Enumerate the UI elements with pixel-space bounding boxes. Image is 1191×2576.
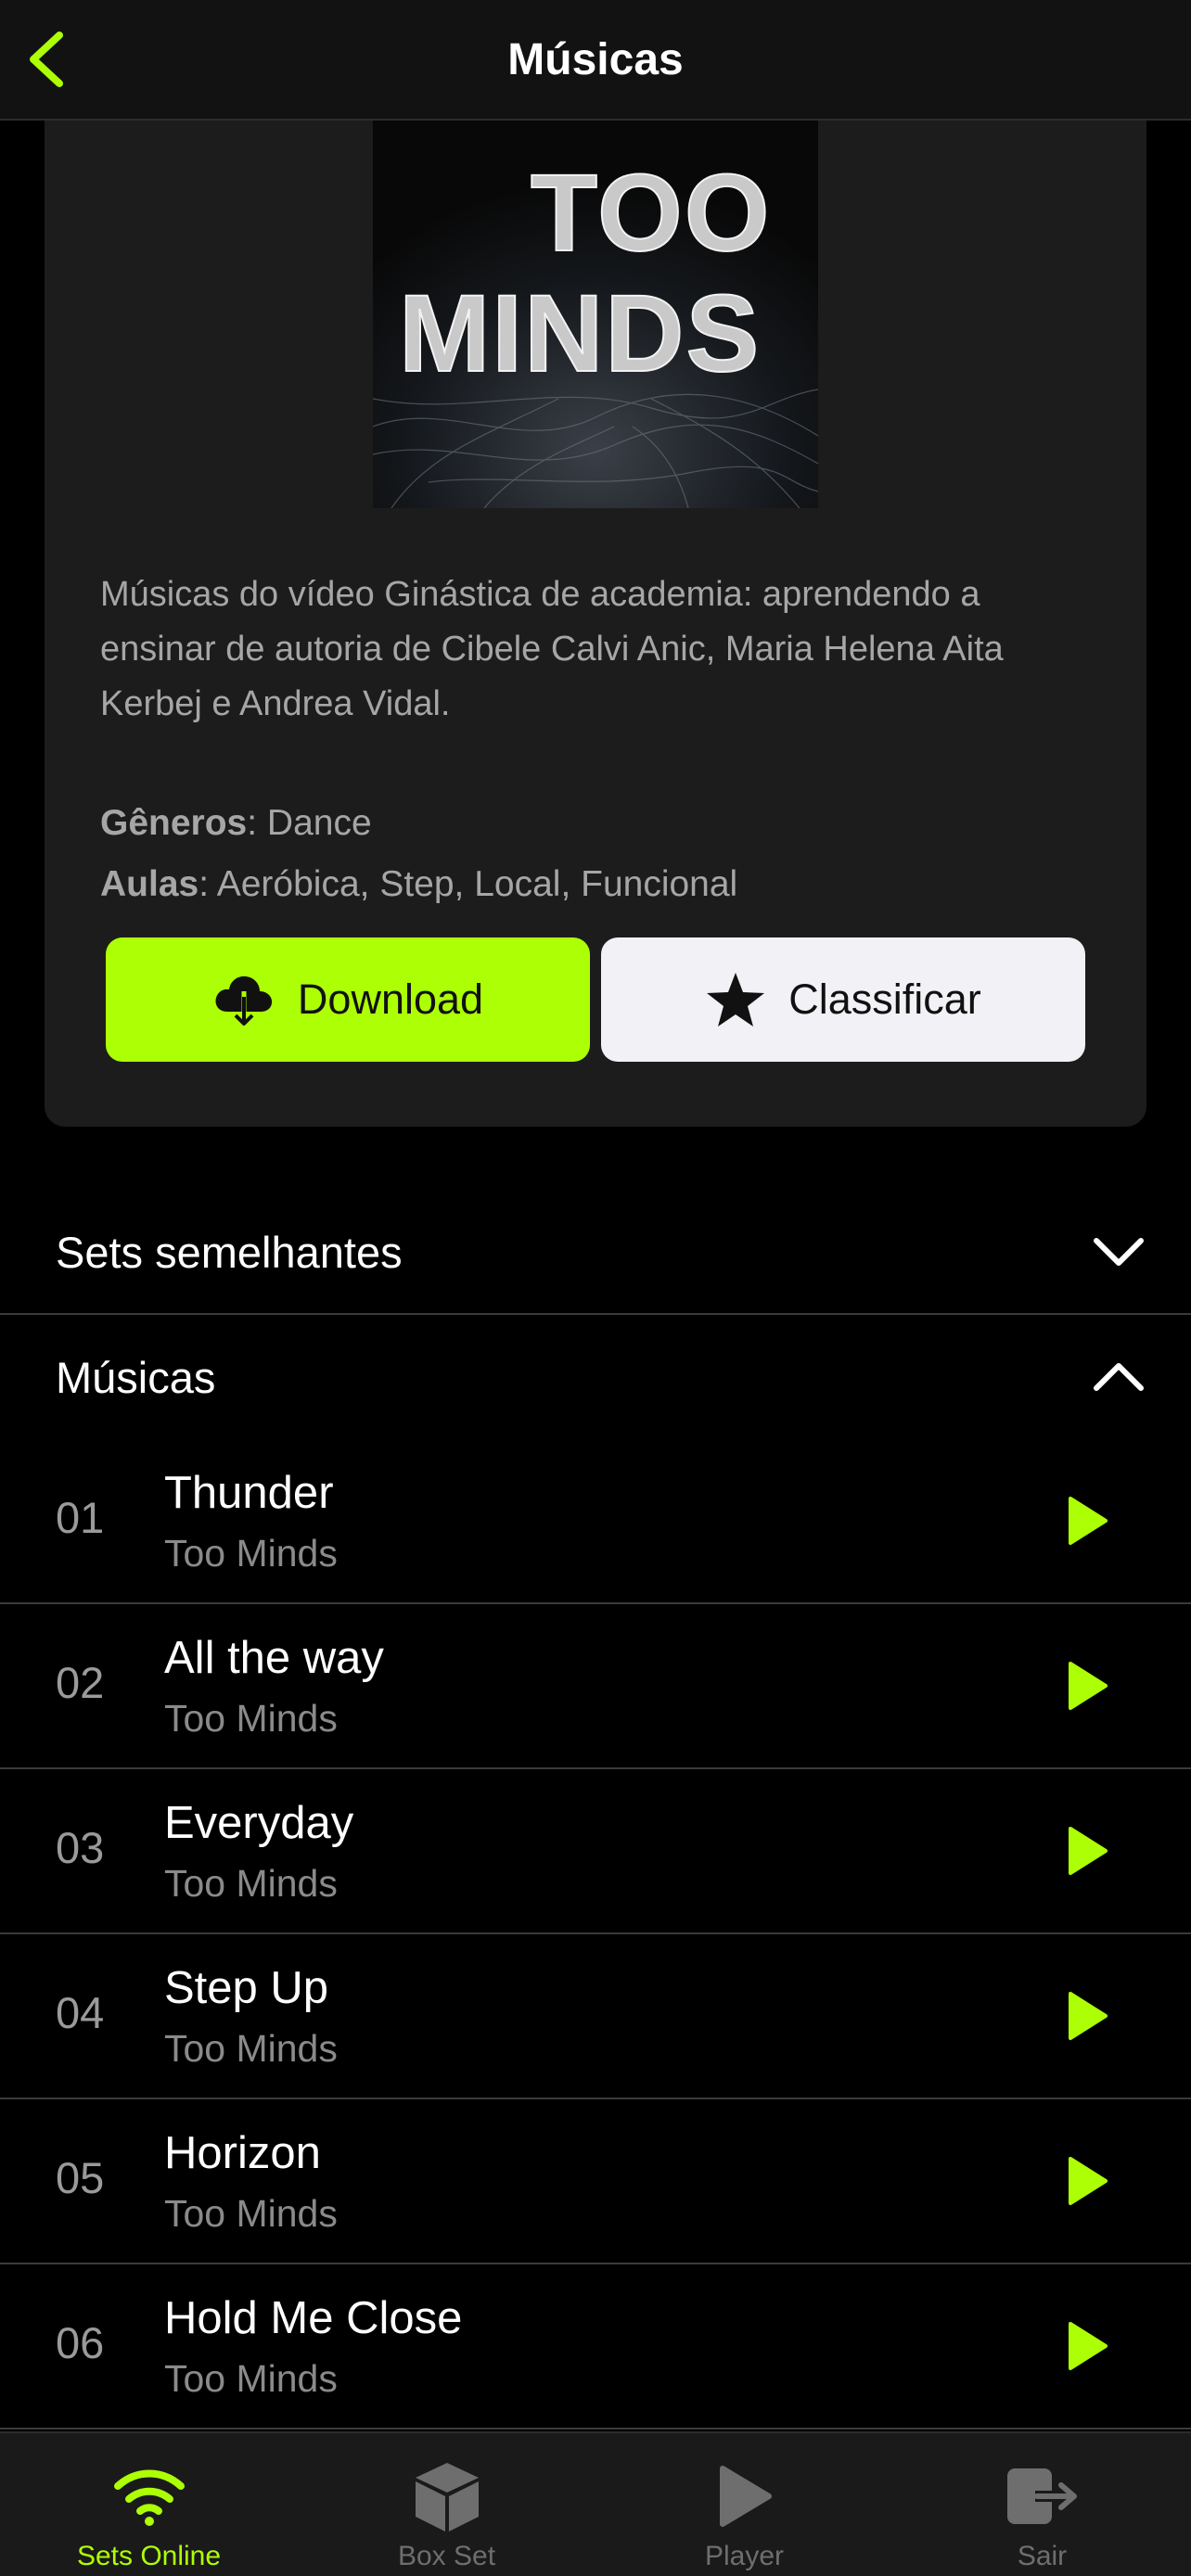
play-track-button[interactable] <box>1057 1821 1117 1881</box>
track-row[interactable]: 03 Everyday Too Minds <box>0 1769 1191 1934</box>
play-icon <box>1069 1827 1108 1875</box>
track-title: All the way <box>164 1633 384 1683</box>
play-icon <box>1069 2322 1108 2370</box>
wifi-icon <box>113 2469 185 2526</box>
play-track-button[interactable] <box>1057 2151 1117 2211</box>
play-icon <box>1069 1662 1108 1710</box>
back-button[interactable] <box>19 26 74 93</box>
download-label: Download <box>297 976 484 1023</box>
track-row[interactable]: 01 Thunder Too Minds <box>0 1439 1191 1604</box>
chevron-up-icon <box>1094 1363 1144 1391</box>
genres-label: Gêneros <box>100 803 248 843</box>
play-icon <box>1069 1497 1108 1545</box>
play-icon <box>1069 2157 1108 2205</box>
play-track-button[interactable] <box>1057 1491 1117 1550</box>
play-icon <box>1069 1992 1108 2040</box>
rate-label: Classificar <box>788 976 981 1023</box>
tab-label: Player <box>704 2541 785 2571</box>
section-similar-sets[interactable]: Sets semelhantes <box>0 1191 1191 1315</box>
track-title: Hold Me Close <box>164 2293 463 2343</box>
album-description: Músicas do vídeo Ginástica de academia: … <box>100 575 1004 723</box>
tab-box-set[interactable]: Box Set <box>298 2433 596 2576</box>
track-title: Everyday <box>164 1798 354 1848</box>
track-row[interactable]: 02 All the way Too Minds <box>0 1604 1191 1769</box>
track-row[interactable]: 05 Horizon Too Minds <box>0 2099 1191 2264</box>
tab-player[interactable]: Player <box>596 2433 893 2576</box>
cloud-download-icon <box>215 976 273 1026</box>
box-icon <box>415 2463 479 2531</box>
bottom-tab-bar: Sets Online Box Set Player Sair <box>0 2431 1191 2576</box>
play-track-button[interactable] <box>1057 1986 1117 2046</box>
track-number: 03 <box>56 1823 105 1872</box>
album-card: TOO MINDS Músicas do vídeo Ginástica de … <box>45 121 1146 1127</box>
track-number: 05 <box>56 2153 105 2202</box>
track-artist: Too Minds <box>164 2192 338 2235</box>
genres-line: Gêneros: Dance <box>100 803 1102 844</box>
genres-value: : Dance <box>247 803 372 843</box>
chevron-left-icon <box>30 32 63 87</box>
track-artist: Too Minds <box>164 1862 338 1905</box>
classes-label: Aulas <box>100 864 199 904</box>
track-row[interactable]: 04 Step Up Too Minds <box>0 1934 1191 2099</box>
track-list: 01 Thunder Too Minds 02 All the way Too … <box>0 1439 1191 2429</box>
classes-line: Aulas: Aeróbica, Step, Local, Funcional <box>100 864 1102 905</box>
tab-label: Sair <box>1017 2541 1068 2571</box>
tab-label: Box Set <box>397 2541 496 2571</box>
tab-sair[interactable]: Sair <box>893 2433 1191 2576</box>
track-artist: Too Minds <box>164 2357 338 2400</box>
play-icon <box>719 2466 772 2527</box>
track-title: Horizon <box>164 2128 321 2178</box>
download-button[interactable]: Download <box>106 937 590 1062</box>
track-row[interactable]: 06 Hold Me Close Too Minds <box>0 2264 1191 2429</box>
star-icon <box>707 973 765 1027</box>
section-tracks[interactable]: Músicas <box>0 1315 1191 1439</box>
tab-label: Sets Online <box>76 2541 222 2571</box>
play-track-button[interactable] <box>1057 1656 1117 1715</box>
track-title: Step Up <box>164 1963 329 2013</box>
track-title: Thunder <box>164 1468 334 1518</box>
track-number: 02 <box>56 1658 105 1707</box>
tab-sets-online[interactable]: Sets Online <box>0 2433 298 2576</box>
top-bar: Músicas <box>0 0 1191 121</box>
track-artist: Too Minds <box>164 1697 338 1740</box>
track-artist: Too Minds <box>164 2027 338 2070</box>
app-screen: Músicas TOO MINDS Músicas do vídeo Ginás… <box>0 0 1191 2576</box>
section-similar-label: Sets semelhantes <box>56 1227 403 1277</box>
album-cover: TOO MINDS <box>373 121 818 508</box>
track-number: 01 <box>56 1493 105 1542</box>
classes-value: : Aeróbica, Step, Local, Funcional <box>198 864 738 904</box>
chevron-down-icon <box>1094 1238 1144 1266</box>
cover-title-line2: MINDS <box>399 273 761 395</box>
play-track-button[interactable] <box>1057 2316 1117 2376</box>
track-number: 04 <box>56 1988 105 2037</box>
section-tracks-label: Músicas <box>56 1352 216 1402</box>
rate-button[interactable]: Classificar <box>601 937 1085 1062</box>
track-number: 06 <box>56 2318 105 2367</box>
page-title: Músicas <box>507 34 684 84</box>
cover-title-line1: TOO <box>531 152 772 274</box>
logout-icon <box>1006 2468 1077 2524</box>
track-artist: Too Minds <box>164 1532 338 1575</box>
